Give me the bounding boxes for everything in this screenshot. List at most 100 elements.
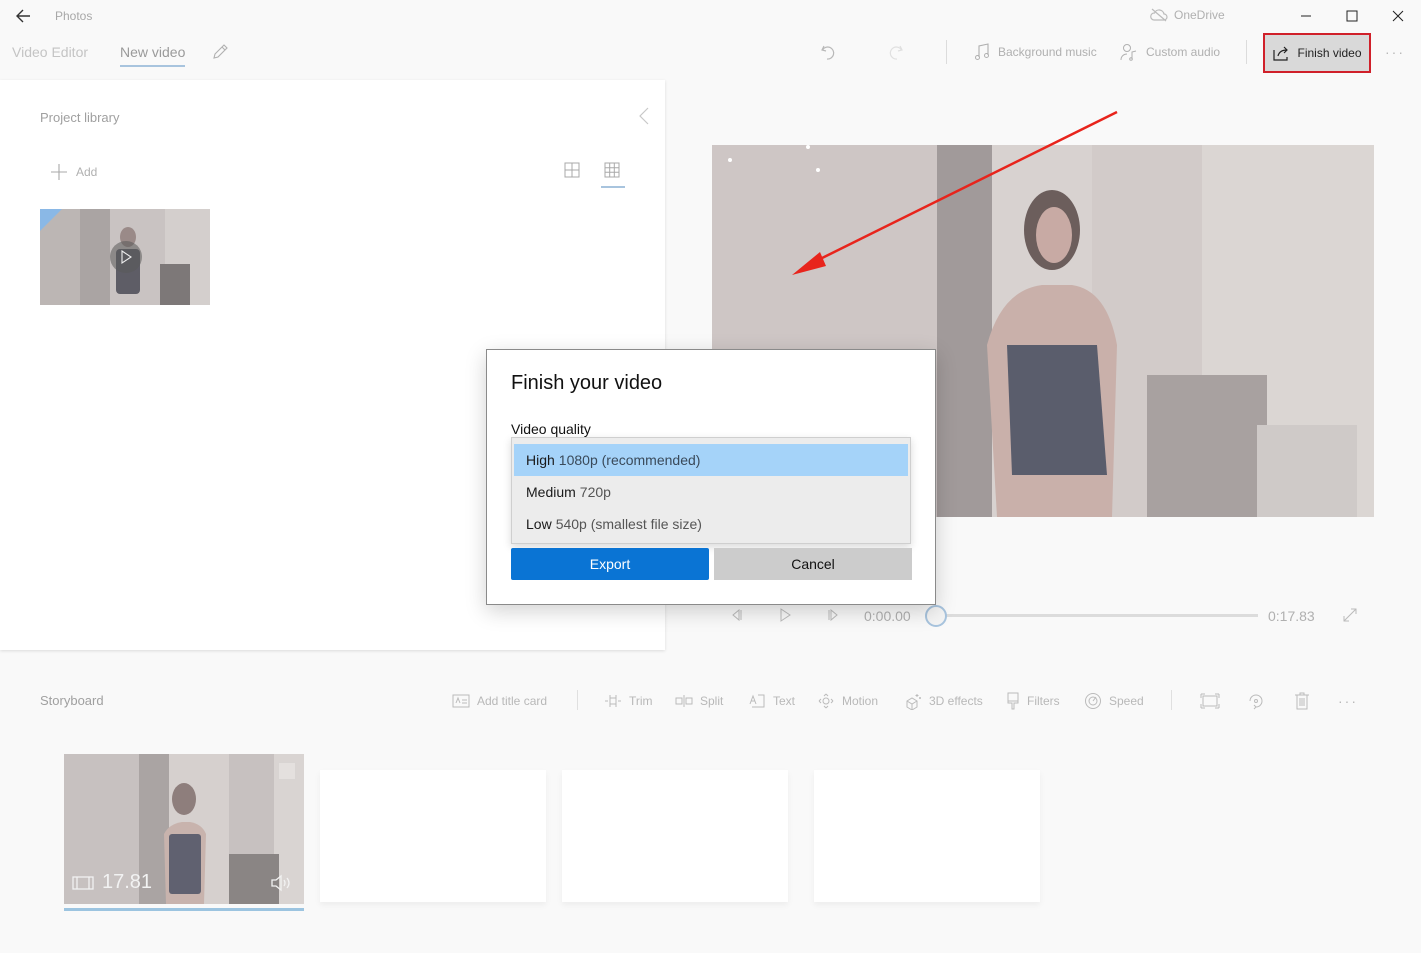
toolbar-divider	[1246, 40, 1247, 64]
motion-icon	[818, 693, 834, 709]
chevron-left-icon	[639, 107, 649, 125]
quality-option-low[interactable]: Low 540p (smallest file size)	[514, 508, 908, 540]
trim-label: Trim	[629, 694, 653, 708]
collapse-library-button[interactable]	[636, 106, 652, 126]
redo-button[interactable]	[886, 42, 906, 62]
library-media-thumbnail[interactable]	[40, 209, 210, 305]
maximize-button[interactable]	[1337, 4, 1367, 28]
split-label: Split	[700, 694, 724, 708]
title-card-icon	[452, 694, 470, 708]
finish-video-button[interactable]: Finish video	[1263, 33, 1371, 73]
quality-option-medium[interactable]: Medium 720p	[514, 476, 908, 508]
3d-effects-button[interactable]: 3D effects	[904, 692, 983, 710]
undo-button[interactable]	[818, 42, 838, 62]
cloud-off-icon	[1150, 8, 1168, 22]
toolbar-divider	[946, 40, 947, 64]
add-title-card-label: Add title card	[477, 694, 548, 708]
quality-option-high[interactable]: High 1080p (recommended)	[514, 444, 908, 476]
text-icon	[749, 694, 765, 708]
trim-button[interactable]: Trim	[604, 692, 653, 710]
seek-thumb[interactable]	[925, 605, 947, 627]
cancel-button[interactable]: Cancel	[714, 548, 912, 580]
motion-label: Motion	[842, 694, 879, 708]
more-options-button[interactable]: ···	[1385, 44, 1405, 60]
speed-icon	[1085, 693, 1101, 709]
next-frame-button[interactable]	[826, 607, 840, 623]
previous-frame-button[interactable]	[730, 607, 744, 623]
trim-icon	[605, 695, 621, 707]
fullscreen-button[interactable]	[1342, 607, 1358, 623]
motion-button[interactable]: Motion	[817, 692, 878, 710]
back-button[interactable]	[12, 5, 36, 27]
grid-small-icon	[604, 162, 620, 178]
custom-audio-button[interactable]: Custom audio	[1120, 42, 1220, 62]
clip-duration-badge: 17.81	[72, 871, 152, 894]
storyboard-clip[interactable]: 17.81	[64, 754, 304, 904]
small-grid-view-button[interactable]	[604, 162, 624, 182]
expand-icon	[1343, 608, 1357, 622]
step-forward-icon	[828, 608, 838, 622]
close-icon	[1392, 10, 1404, 22]
pencil-icon	[213, 44, 228, 59]
video-quality-dropdown[interactable]: High 1080p (recommended) Medium 720p Low…	[511, 437, 911, 544]
current-time: 0:00.00	[864, 608, 911, 624]
onedrive-status[interactable]: OneDrive	[1150, 8, 1225, 22]
storyboard-empty-slot	[814, 770, 1040, 902]
speed-label: Speed	[1109, 694, 1144, 708]
clip-volume-button[interactable]	[270, 874, 292, 892]
finish-video-dialog: Finish your video Video quality High 108…	[486, 349, 936, 605]
text-label: Text	[773, 694, 796, 708]
total-duration: 0:17.83	[1268, 608, 1315, 624]
seek-bar[interactable]	[936, 614, 1258, 617]
breadcrumb-project-name[interactable]: New video	[120, 44, 186, 67]
play-button[interactable]	[778, 607, 792, 623]
onedrive-label: OneDrive	[1174, 8, 1225, 22]
step-back-icon	[732, 608, 742, 622]
dialog-title: Finish your video	[511, 372, 663, 394]
share-export-icon	[1273, 46, 1289, 61]
add-media-button[interactable]: Add	[50, 163, 97, 181]
rotate-button[interactable]	[1246, 691, 1266, 711]
background-music-label: Background music	[998, 45, 1097, 59]
play-icon	[121, 250, 132, 264]
filters-button[interactable]: Filters	[1006, 692, 1060, 710]
option-detail: 720p	[579, 484, 611, 500]
video-quality-label: Video quality	[511, 421, 591, 437]
storyboard-more-button[interactable]: ···	[1338, 692, 1358, 710]
storyboard-empty-slot	[320, 770, 546, 902]
text-button[interactable]: Text	[748, 692, 795, 710]
clip-select-checkbox[interactable]	[278, 762, 296, 780]
option-name: Medium	[526, 484, 576, 500]
minimize-button[interactable]	[1291, 4, 1321, 28]
background-music-button[interactable]: Background music	[974, 42, 1097, 62]
film-strip-icon	[72, 875, 94, 890]
rename-button[interactable]	[210, 42, 230, 62]
option-detail: 1080p (recommended)	[558, 452, 701, 468]
delete-button[interactable]	[1292, 691, 1312, 711]
add-title-card-button[interactable]: Add title card	[452, 692, 547, 710]
app-title: Photos	[55, 9, 93, 23]
custom-audio-label: Custom audio	[1146, 45, 1221, 59]
storyboard-title: Storyboard	[40, 693, 104, 708]
close-button[interactable]	[1383, 4, 1413, 28]
speed-button[interactable]: Speed	[1084, 692, 1144, 710]
grid-large-icon	[564, 162, 580, 178]
storyboard-divider	[577, 690, 578, 710]
export-button[interactable]: Export	[511, 548, 709, 580]
split-button[interactable]: Split	[675, 692, 723, 710]
undo-icon	[821, 45, 835, 60]
large-grid-view-button[interactable]	[564, 162, 584, 182]
arrow-left-icon	[16, 9, 30, 23]
resize-icon	[1200, 693, 1220, 709]
play-icon	[780, 608, 791, 622]
resize-remove-black-bars-button[interactable]	[1200, 691, 1220, 711]
speaker-icon	[271, 874, 290, 892]
active-view-indicator	[601, 186, 625, 188]
play-preview-button[interactable]	[110, 241, 142, 273]
storyboard-empty-slot	[562, 770, 788, 902]
filters-label: Filters	[1027, 694, 1060, 708]
3d-effects-label: 3D effects	[929, 694, 983, 708]
redo-icon	[889, 45, 903, 60]
breadcrumb-video-editor[interactable]: Video Editor	[12, 44, 88, 60]
option-detail: 540p (smallest file size)	[555, 516, 702, 532]
